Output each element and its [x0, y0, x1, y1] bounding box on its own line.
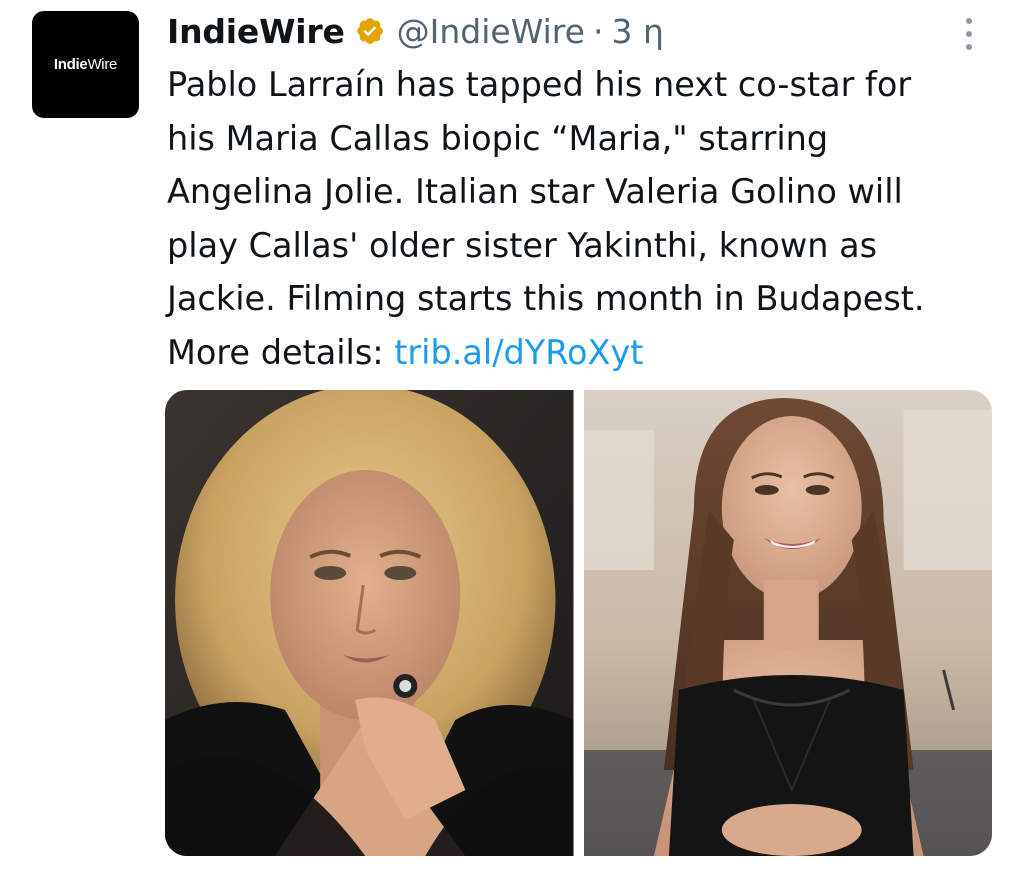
timestamp[interactable]: 3 η: [611, 12, 663, 51]
tweet-text-line: play Callas' older sister Yakinthi, know…: [167, 225, 878, 265]
verified-badge-icon: [356, 18, 383, 44]
tweet-header: IndieWire @IndieWire · 3 η: [167, 8, 664, 54]
media-grid: [165, 390, 992, 856]
photo-left-image: [165, 390, 574, 856]
photo-valeria-golino[interactable]: [165, 390, 574, 856]
tweet-text-line: his Maria Callas biopic “Maria," starrin…: [167, 118, 829, 158]
tweet-text-line: Jackie. Filming starts this month in Bud…: [167, 279, 925, 318]
tweet-text-line-details: More details: trib.al/dYRoXyt: [167, 326, 997, 380]
photo-right-image: [583, 390, 992, 856]
avatar[interactable]: IndieWire: [32, 11, 139, 118]
photo-angelina-jolie[interactable]: [583, 390, 992, 856]
separator-dot: ·: [592, 11, 604, 51]
display-name[interactable]: IndieWire: [167, 12, 345, 51]
tweet-text-line: Pablo Larraín has tapped his next co-sta…: [167, 65, 912, 104]
tweet-link[interactable]: trib.al/dYRoXyt: [394, 333, 643, 372]
tweet-text: Pablo Larraín has tapped his next co-sta…: [167, 58, 997, 379]
tweet-text-line: Angelina Jolie. Italian star Valeria Gol…: [167, 172, 903, 211]
user-handle[interactable]: @IndieWire: [397, 12, 585, 51]
vertical-ellipsis-icon[interactable]: [962, 16, 976, 52]
details-label: More details:: [167, 332, 395, 372]
indiewire-logo: IndieWire: [53, 56, 118, 73]
